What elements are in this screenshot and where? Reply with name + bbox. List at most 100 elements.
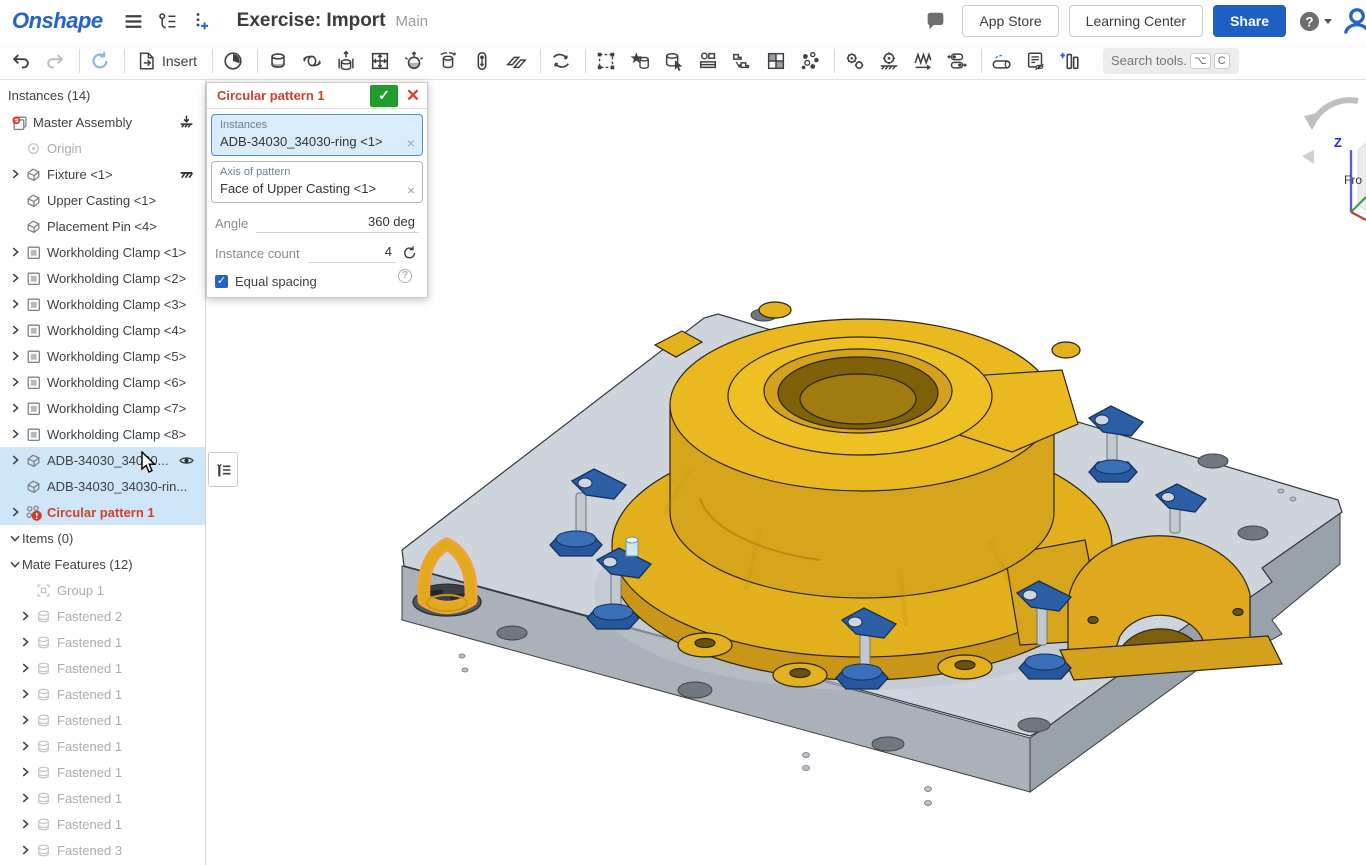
chevron-icon[interactable] [18, 661, 32, 675]
tree-item-origin[interactable]: Origin [0, 135, 205, 161]
chevron-icon[interactable] [18, 817, 32, 831]
planar-mate-button[interactable] [365, 45, 399, 77]
row-status-icon[interactable] [178, 452, 195, 469]
instances-field[interactable]: Instances ADB-34030_34030-ring <1> × [211, 114, 423, 156]
clear-selection-icon[interactable]: × [407, 137, 415, 149]
animate-button[interactable] [546, 45, 580, 77]
chevron-icon[interactable] [8, 453, 22, 467]
chevron-icon[interactable] [8, 271, 22, 285]
tree-flyout-button[interactable] [208, 452, 238, 487]
chevron-icon[interactable] [18, 609, 32, 623]
help-menu-button[interactable] [1298, 10, 1332, 33]
sync-button[interactable] [85, 45, 119, 77]
exploded-view-button[interactable] [795, 45, 829, 77]
tree-item-circular-pattern-1[interactable]: Circular pattern 1 [0, 499, 205, 525]
chevron-icon[interactable] [18, 713, 32, 727]
chevron-icon[interactable] [8, 349, 22, 363]
tree-item-workholding-clamp-2[interactable]: Workholding Clamp <2> [0, 265, 205, 291]
tree-item-fastened-1g[interactable]: Fastened 1 [0, 785, 205, 811]
chevron-icon[interactable] [18, 843, 32, 857]
tree-item-fastened-3[interactable]: Fastened 3 [0, 837, 205, 863]
view-triad[interactable]: Z Fro [1302, 100, 1366, 220]
replace-instances-button[interactable] [659, 45, 693, 77]
parallel-mate-button[interactable] [501, 45, 535, 77]
user-avatar[interactable] [1342, 6, 1366, 36]
tree-item-workholding-clamp-5[interactable]: Workholding Clamp <5> [0, 343, 205, 369]
rack-pinion-relation-button[interactable] [874, 45, 908, 77]
tree-item-fastened-1f[interactable]: Fastened 1 [0, 759, 205, 785]
tree-item-master-assembly[interactable]: Master Assembly [0, 109, 205, 135]
tree-item-fixture[interactable]: Fixture <1> [0, 161, 205, 187]
tree-item-workholding-clamp-8[interactable]: Workholding Clamp <8> [0, 421, 205, 447]
learning-center-button[interactable]: Learning Center [1069, 5, 1203, 37]
linear-relation-button[interactable] [908, 45, 942, 77]
mate-connector-button[interactable] [591, 45, 625, 77]
share-button[interactable]: Share [1213, 5, 1286, 37]
dialog-help-icon[interactable]: ? [398, 269, 412, 283]
tree-item-fastened-1h[interactable]: Fastened 1 [0, 811, 205, 837]
reverse-direction-button[interactable] [401, 244, 419, 262]
comments-button[interactable] [918, 6, 952, 36]
redo-button[interactable] [40, 45, 74, 77]
tree-item-workholding-clamp-4[interactable]: Workholding Clamp <4> [0, 317, 205, 343]
bom-button[interactable] [1055, 45, 1089, 77]
chevron-icon[interactable] [8, 401, 22, 415]
equal-spacing-checkbox[interactable]: ✓ [215, 275, 228, 288]
tree-item-workholding-clamp-1[interactable]: Workholding Clamp <1> [0, 239, 205, 265]
switch-relation-button[interactable] [942, 45, 976, 77]
chevron-icon[interactable] [8, 245, 22, 259]
cylindrical-mate-button[interactable] [433, 45, 467, 77]
group-button[interactable] [693, 45, 727, 77]
tree-item-adb-ring[interactable]: ADB-34030_34030-rin... [0, 473, 205, 499]
chevron-icon[interactable] [8, 323, 22, 337]
versions-button[interactable] [151, 6, 185, 36]
fastened-mate-button[interactable] [263, 45, 297, 77]
create-version-button[interactable] [185, 6, 219, 36]
gear-relation-button[interactable] [840, 45, 874, 77]
insert-button[interactable]: Insert [130, 45, 207, 77]
tree-item-fastened-1a[interactable]: Fastened 1 [0, 629, 205, 655]
search-tools-input[interactable] [1111, 53, 1187, 68]
hide-instances-button[interactable] [1021, 45, 1055, 77]
main-menu-button[interactable] [117, 6, 151, 36]
row-status-icon[interactable] [178, 166, 195, 183]
chevron-icon[interactable] [18, 791, 32, 805]
tree-item-upper-casting[interactable]: Upper Casting <1> [0, 187, 205, 213]
chevron-icon[interactable] [18, 635, 32, 649]
slider-mate-button[interactable] [331, 45, 365, 77]
tree-item-fastened-2[interactable]: Fastened 2 [0, 603, 205, 629]
instance-count-input[interactable]: 4 [308, 243, 396, 263]
axis-field[interactable]: Axis of pattern Face of Upper Casting <1… [211, 161, 423, 203]
named-positions-button[interactable] [218, 45, 252, 77]
standard-content-button[interactable] [625, 45, 659, 77]
row-status-icon[interactable] [178, 114, 195, 131]
pattern-button[interactable] [727, 45, 761, 77]
tree-section-mate-features[interactable]: Mate Features (12) [0, 551, 205, 577]
cancel-button[interactable]: ✕ [402, 85, 424, 107]
tree-item-fastened-1c[interactable]: Fastened 1 [0, 681, 205, 707]
tree-section-items[interactable]: Items (0) [0, 525, 205, 551]
angle-input[interactable]: 360 deg [256, 213, 419, 233]
tree-item-fastened-1b[interactable]: Fastened 1 [0, 655, 205, 681]
display-states-button[interactable] [761, 45, 795, 77]
chevron-icon[interactable] [8, 427, 22, 441]
revolute-mate-button[interactable] [297, 45, 331, 77]
edit-in-context-button[interactable] [987, 45, 1021, 77]
tree-item-fastened-1d[interactable]: Fastened 1 [0, 707, 205, 733]
tree-item-fastened-1e[interactable]: Fastened 1 [0, 733, 205, 759]
chevron-icon[interactable] [8, 167, 22, 181]
tree-item-workholding-clamp-3[interactable]: Workholding Clamp <3> [0, 291, 205, 317]
chevron-icon[interactable] [8, 531, 22, 545]
ball-mate-button[interactable] [399, 45, 433, 77]
app-store-button[interactable]: App Store [962, 5, 1058, 37]
chevron-icon[interactable] [8, 297, 22, 311]
clear-axis-icon[interactable]: × [407, 184, 415, 196]
pin-slot-mate-button[interactable] [467, 45, 501, 77]
confirm-button[interactable]: ✓ [370, 85, 398, 107]
search-tools-box[interactable]: ⌥ C [1103, 48, 1239, 74]
tree-item-placement-pin[interactable]: Placement Pin <4> [0, 213, 205, 239]
chevron-icon[interactable] [8, 557, 22, 571]
chevron-icon[interactable] [18, 739, 32, 753]
chevron-icon[interactable] [18, 765, 32, 779]
chevron-icon[interactable] [18, 687, 32, 701]
